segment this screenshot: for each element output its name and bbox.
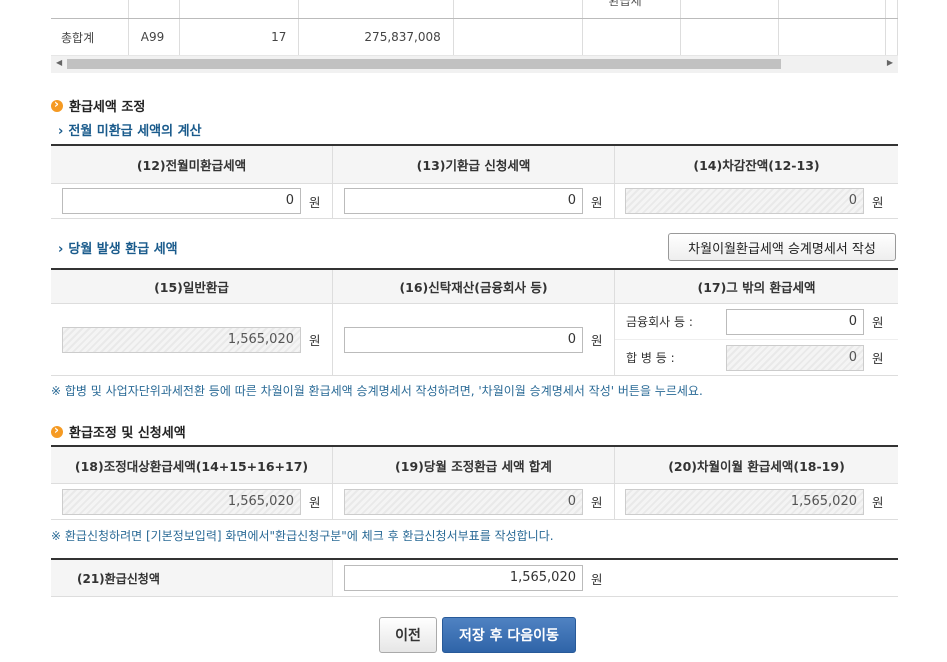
unit-won: 원 (309, 194, 321, 210)
scroll-right-icon[interactable]: ▶ (887, 58, 893, 67)
financial-company-input[interactable]: 0 (726, 308, 864, 335)
unit-won: 원 (591, 495, 603, 510)
unit-won: 원 (591, 333, 603, 348)
curr-month-grid: (15)일반환급 (16)신탁재산(금융회사 등) (17)그 밖의 환급세액 … (51, 268, 898, 376)
header-16: (16)신탁재산(금융회사 등) (333, 270, 615, 303)
apply-amount-row: (21)환급신청액 1,565,020 원 (51, 558, 898, 597)
unit-won: 원 (591, 194, 603, 210)
subtitle-prev-month: › 전월 미환급 세액의 계산 (58, 124, 202, 139)
unit-won: 원 (309, 333, 321, 348)
unit-won: 원 (872, 351, 884, 366)
apply-note: ※ 환급신청하려면 [기본정보입력] 화면에서"환급신청구분"에 체크 후 환급… (51, 529, 554, 543)
previous-button[interactable]: 이전 (379, 617, 437, 653)
other-label-merger: 합 병 등 : (626, 351, 675, 365)
unit-won: 원 (872, 495, 884, 510)
apply-amount-label: (21)환급신청액 (51, 560, 333, 596)
unit-won: 원 (309, 495, 321, 510)
unit-won: 원 (872, 194, 884, 210)
header-13: (13)기환급 신청세액 (333, 146, 615, 183)
section-title-apply: 환급조정 및 신청세액 (51, 422, 186, 441)
balance-readonly: 0 (625, 188, 864, 214)
cut-header-label: 환급세 (608, 0, 642, 8)
carry-over-note: ※ 합병 및 사업자단위과세전환 등에 따른 차월이월 환급세액 승계명세서 작… (51, 384, 703, 398)
table-row: 총합계 A99 17 275,837,008 (51, 18, 898, 56)
header-18: (18)조정대상환급세액(14+15+16+17) (51, 447, 333, 483)
chevron-right-icon: › (58, 124, 64, 139)
header-14: (14)차감잔액(12-13) (693, 158, 820, 173)
adjust-target-readonly: 1,565,020 (62, 488, 301, 515)
carry-over-statement-button[interactable]: 차월이월환급세액 승계명세서 작성 (668, 233, 896, 261)
scrollbar-thumb[interactable] (67, 59, 781, 69)
amount-cell: 275,837,008 (298, 18, 454, 56)
carry-over-readonly: 1,565,020 (625, 488, 864, 515)
section-title-refund-adjust: 환급세액 조정 (51, 96, 145, 115)
month-adjust-total-readonly: 0 (344, 488, 583, 515)
general-refund-readonly: 1,565,020 (62, 326, 301, 353)
bullet-icon (51, 97, 63, 112)
merger-readonly: 0 (726, 344, 864, 371)
unit-won: 원 (591, 571, 603, 587)
save-and-next-button[interactable]: 저장 후 다음이동 (442, 617, 576, 653)
prev-unrefunded-input[interactable]: 0 (62, 188, 301, 214)
horizontal-scrollbar[interactable]: ◀ ▶ (51, 55, 898, 73)
count-cell: 17 (179, 18, 300, 56)
scroll-left-icon[interactable]: ◀ (56, 58, 62, 67)
unit-won: 원 (872, 315, 884, 330)
apply-grid: (18)조정대상환급세액(14+15+16+17) (19)당월 조정환급 세액… (51, 445, 898, 520)
trust-refund-input[interactable]: 0 (344, 326, 583, 353)
header-15: (15)일반환급 (51, 270, 333, 303)
prior-refund-input[interactable]: 0 (344, 188, 583, 214)
bullet-icon (51, 423, 63, 438)
apply-amount-input[interactable]: 1,565,020 (344, 565, 583, 591)
chevron-right-icon: › (58, 242, 64, 257)
total-label: 총합계 (51, 18, 129, 56)
header-19: (19)당월 조정환급 세액 합계 (333, 447, 615, 483)
prev-month-grid: (12)전월미환급세액 (13)기환급 신청세액 (14)차감잔액(12-13)… (51, 144, 898, 219)
header-12: (12)전월미환급세액 (51, 146, 333, 183)
header-17: (17)그 밖의 환급세액 (697, 280, 816, 295)
summary-table: 환급세 총합계 A99 17 275,837,008 (51, 0, 898, 56)
header-20: (20)차월이월 환급세액(18-19) (668, 458, 845, 474)
other-label-financial: 금융회사 등 : (626, 315, 693, 329)
code-cell: A99 (128, 18, 181, 56)
subtitle-curr-month: › 당월 발생 환급 세액 (58, 242, 178, 257)
